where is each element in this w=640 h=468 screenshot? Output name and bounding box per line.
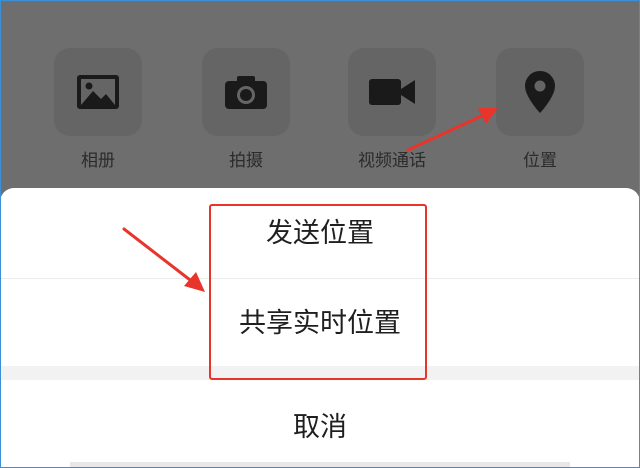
annotation-arrows: [122, 108, 498, 292]
arrow-to-options: [122, 227, 205, 292]
arrow-to-location-icon: [406, 108, 498, 152]
